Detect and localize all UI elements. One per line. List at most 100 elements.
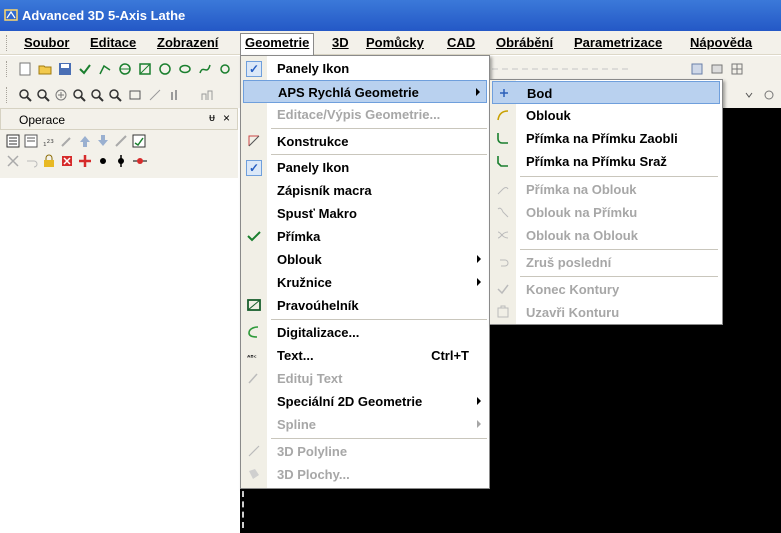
cancel-icon[interactable] [6,154,20,168]
menu-separator [271,438,487,439]
new-file-icon[interactable] [18,62,32,76]
menu-item-spust-makro[interactable]: Spusť Makro [243,202,487,225]
checkmark-icon: ✓ [246,160,262,176]
view-tool-icon[interactable] [690,62,704,76]
zoom-window-icon[interactable] [18,88,32,102]
submenu-item-sraz[interactable]: Přímka na Přímku Sraž [492,150,720,173]
properties-icon[interactable] [132,134,146,148]
menu-item-pravouhelnik[interactable]: Pravoúhelník [243,294,487,317]
pan-icon[interactable] [148,88,162,102]
close-icon[interactable]: × [223,111,230,125]
layer-tool-icon[interactable] [710,62,724,76]
submenu-item-bod[interactable]: Bod [492,81,720,104]
menu-item-oblouk[interactable]: Oblouk [243,248,487,271]
zoom-previous-icon[interactable] [90,88,104,102]
sort-icon[interactable]: ₁²³ [42,134,56,148]
menu-item-label: 3D Plochy... [277,467,350,482]
menu-pomucky[interactable]: Pomůcky [362,34,428,53]
view-bars-icon[interactable] [168,88,182,102]
pin-icon[interactable]: ᵾ [209,112,215,124]
delete-tool-icon[interactable] [114,134,128,148]
grid-tool-icon[interactable] [730,62,744,76]
save-icon[interactable] [58,62,72,76]
menu-editace[interactable]: Editace [86,34,140,53]
menu-item-text[interactable]: ᴬᴮᶜ Text... Ctrl+T [243,344,487,367]
menu-separator [520,249,718,250]
list-detail-icon[interactable] [24,134,38,148]
app-icon [4,9,18,21]
rectangle-tool-icon[interactable] [138,62,152,76]
redraw-icon[interactable] [128,88,142,102]
settings-tool-icon[interactable] [762,88,776,102]
line-tool-icon[interactable] [78,62,92,76]
toolbar-chevron-icon[interactable] [742,88,756,102]
submenu-item-primka-na-oblouk: Přímka na Oblouk [492,178,720,201]
lock-icon[interactable] [42,154,56,168]
menu-soubor[interactable]: Soubor [20,34,74,53]
toolbar-grip-2[interactable] [6,87,9,103]
menu-obrabeni[interactable]: Obrábění [492,34,557,53]
menubar-grip[interactable] [6,35,9,51]
menu-parametrizace[interactable]: Parametrizace [570,34,666,53]
black-marker-icon[interactable] [114,154,128,168]
menu-item-label: Spusť Makro [277,206,357,221]
menu-item-label: Panely Ikon [277,61,350,76]
open-folder-icon[interactable] [38,62,52,76]
menu-cad[interactable]: CAD [443,34,479,53]
red-marker-icon[interactable] [78,154,92,168]
submenu-item-zaobli[interactable]: Přímka na Přímku Zaobli [492,127,720,150]
check-line-icon [246,229,262,245]
zoom-all-icon[interactable] [54,88,68,102]
menu-napoveda[interactable]: Nápověda [686,34,756,53]
menu-item-specialni-2d[interactable]: Speciální 2D Geometrie [243,390,487,413]
zoom-extents-icon[interactable] [108,88,122,102]
fillet-icon [495,131,511,147]
spline-tool-icon[interactable] [198,62,212,76]
menu-zobrazeni[interactable]: Zobrazení [153,34,222,53]
arc-tool-icon[interactable] [118,62,132,76]
submenu-item-label: Přímka na Přímku Zaobli [526,131,678,146]
delete-icon[interactable] [60,154,74,168]
menu-item-aps-rychla-geometrie[interactable]: APS Rychlá Geometrie [243,80,487,103]
menu-item-label: APS Rychlá Geometrie [278,85,419,100]
menu-item-zapisnik-macra[interactable]: Zápisník macra [243,179,487,202]
submenu-arrow-icon [477,420,481,428]
menu-item-shortcut: Ctrl+T [431,348,469,363]
menu-item-primka[interactable]: Přímka [243,225,487,248]
circle-tool-icon[interactable] [158,62,172,76]
submenu-item-oblouk[interactable]: Oblouk [492,104,720,127]
black-point-icon[interactable] [96,154,110,168]
submenu-arrow-icon [476,88,480,96]
undo-icon[interactable] [24,154,38,168]
ellipse-tool-icon[interactable] [178,62,192,76]
submenu-item-label: Přímka na Přímku Sraž [526,154,667,169]
zoom-in-icon[interactable] [36,88,50,102]
tool-icon[interactable] [60,134,74,148]
submenu-item-label: Oblouk na Oblouk [526,228,638,243]
menu-separator [520,276,718,277]
red-arrow-icon[interactable] [132,154,148,168]
list-icon[interactable] [6,134,20,148]
move-down-icon[interactable] [96,134,110,148]
submenu-arrow-icon [477,397,481,405]
text-icon: ᴬᴮᶜ [246,348,262,364]
polyline-tool-icon[interactable] [98,62,112,76]
line-arc-icon [495,182,511,198]
zoom-out-icon[interactable] [72,88,86,102]
menu-item-kruznice[interactable]: Kružnice [243,271,487,294]
toolbar-grip[interactable] [6,61,9,77]
panel-toolbar: ₁²³ [0,130,238,178]
menu-3d[interactable]: 3D [328,34,353,53]
move-up-icon[interactable] [78,134,92,148]
view-extra-icon[interactable] [200,88,214,102]
menu-item-panely-ikon-2[interactable]: ✓ Panely Ikon [243,156,487,179]
submenu-item-konec-kontury: Konec Kontury [492,278,720,301]
menu-geometrie[interactable]: Geometrie [240,33,315,55]
submenu-item-label: Oblouk [526,108,571,123]
menu-item-panely-ikon[interactable]: ✓ Panely Ikon [243,57,487,80]
svg-text:₁²³: ₁²³ [43,139,54,148]
svg-text:ᴬᴮᶜ: ᴬᴮᶜ [247,354,257,362]
toolbar-more-icon[interactable] [218,62,232,76]
menu-item-konstrukce[interactable]: Konstrukce [243,130,487,153]
menu-item-digitalizace[interactable]: Digitalizace... [243,321,487,344]
